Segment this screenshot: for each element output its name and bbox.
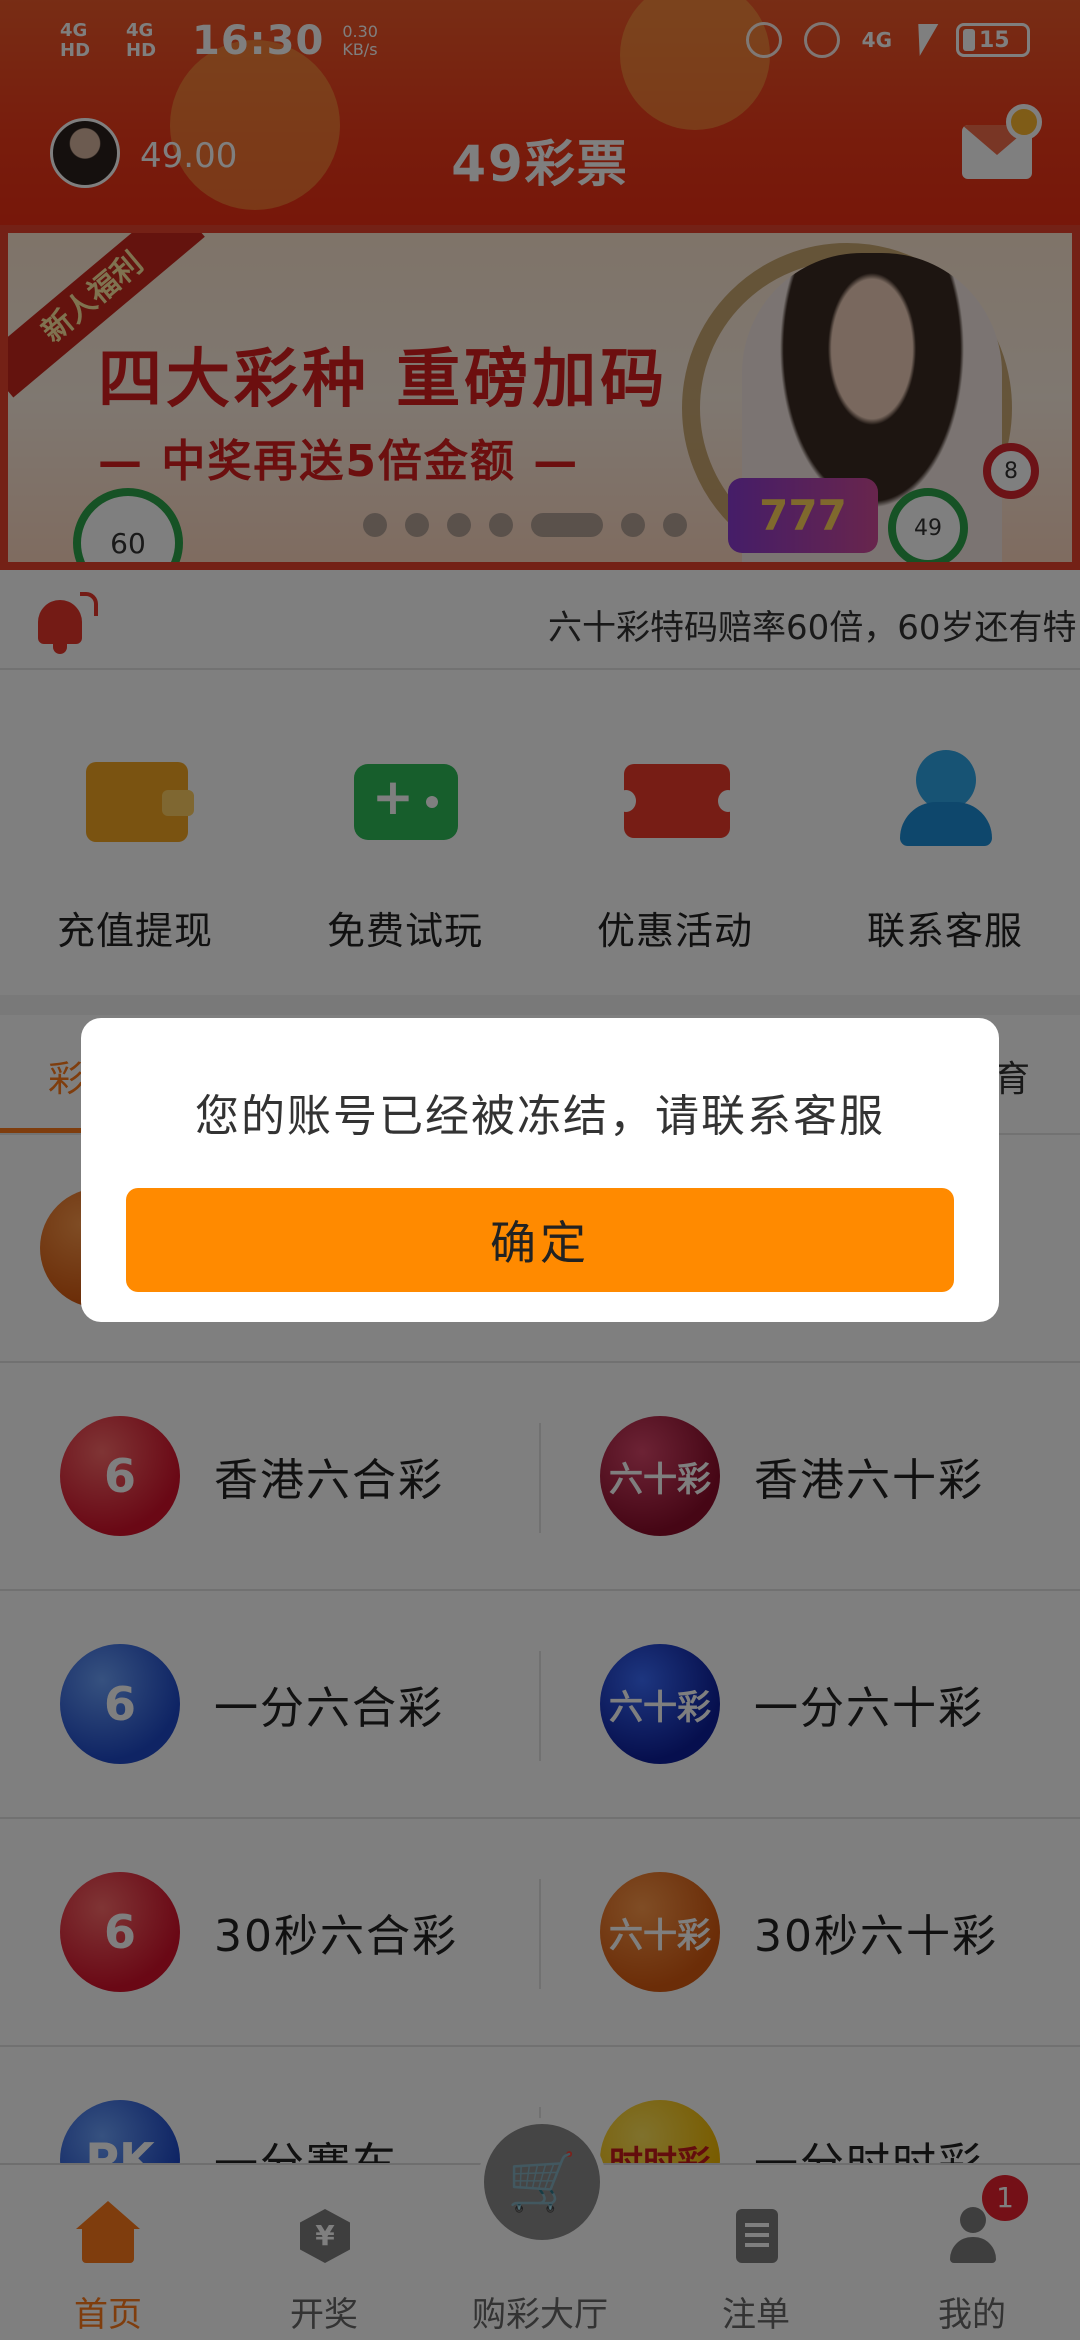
confirm-button[interactable]: 确定 [126,1188,954,1292]
app-root: 4G HD 4G HD 16:30 0.30 KB/s 4G 15 49.00 … [0,0,1080,2340]
account-frozen-dialog: 您的账号已经被冻结，请联系客服 确定 [81,1018,999,1322]
dialog-message: 您的账号已经被冻结，请联系客服 [195,1091,885,1142]
